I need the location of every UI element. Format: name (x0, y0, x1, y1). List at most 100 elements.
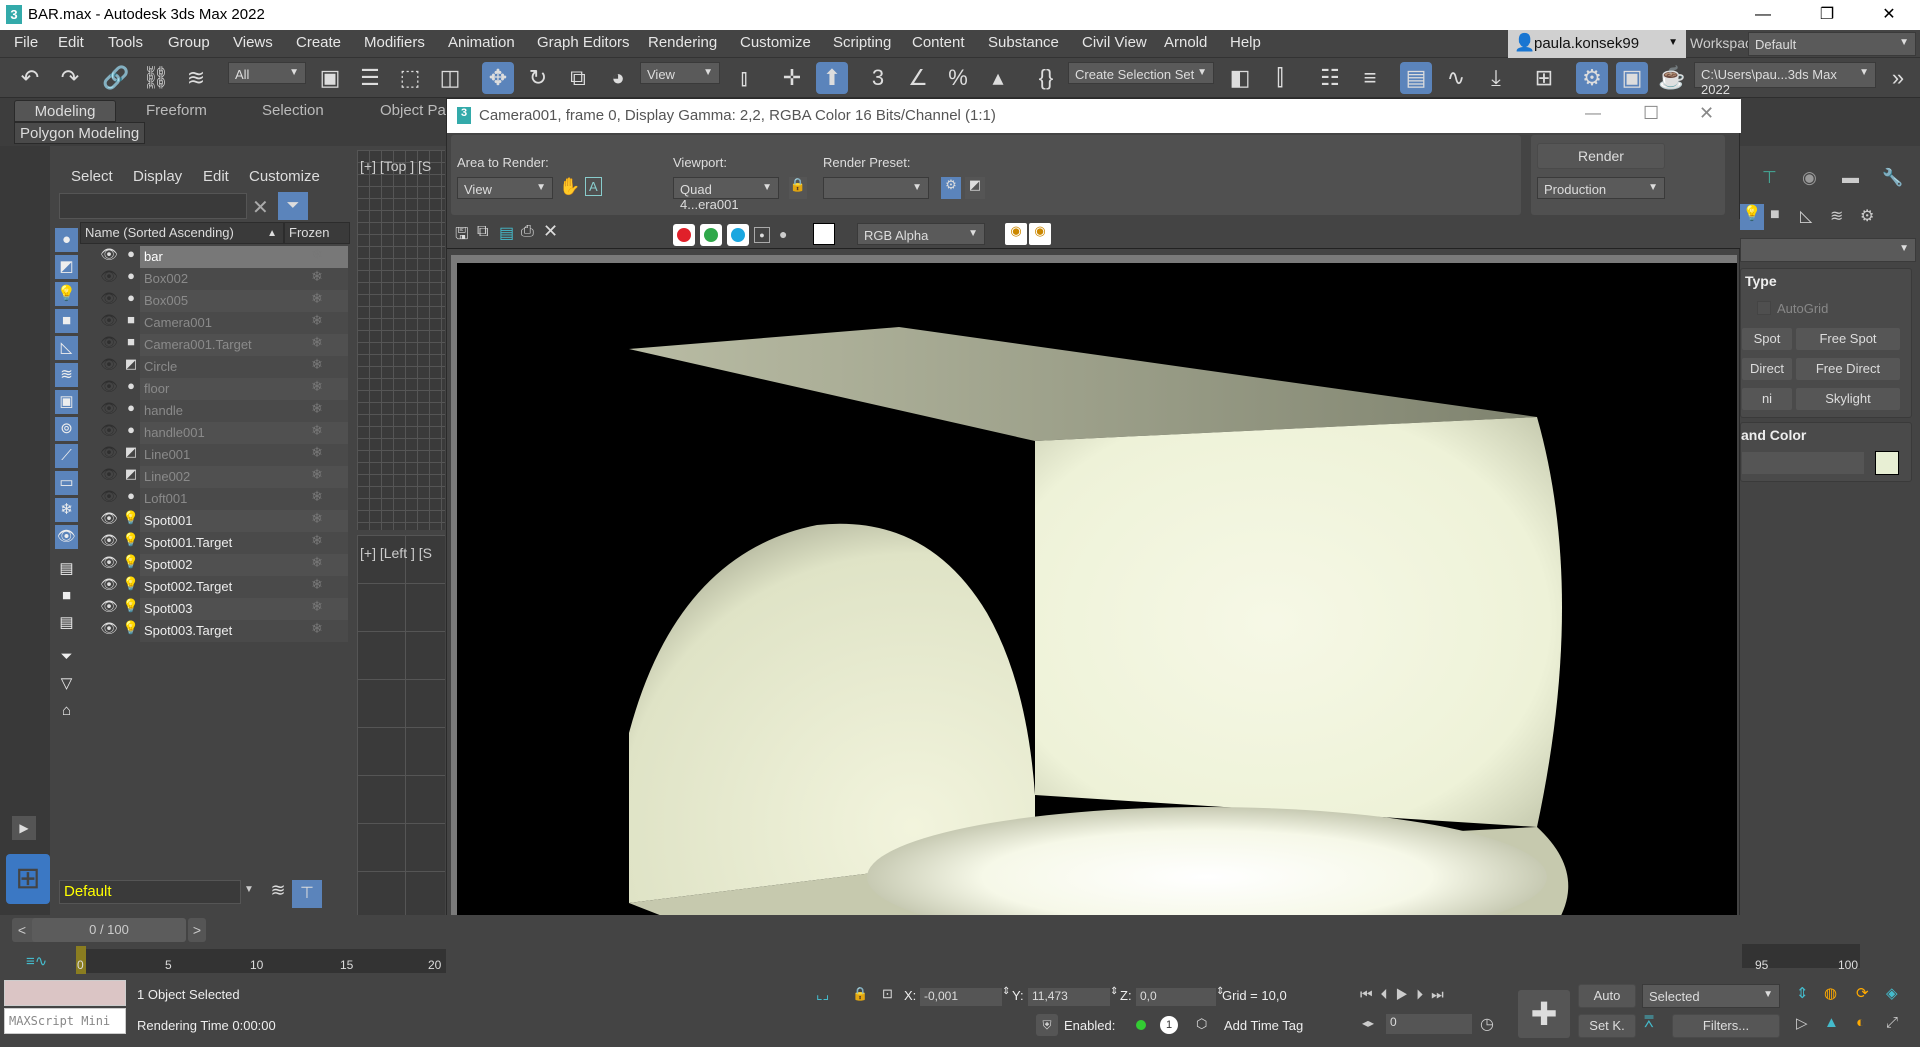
display-bones-icon[interactable]: ⟋ (55, 444, 78, 468)
time-slider-prev[interactable]: < (12, 918, 32, 942)
display-helpers-icon[interactable]: ◺ (55, 336, 78, 360)
selection-set-dropdown[interactable]: Create Selection Set ▼ (1068, 62, 1214, 84)
viewport-left-label[interactable]: [+] [Left ] [S (360, 545, 432, 561)
render-mode-dropdown[interactable]: Production ▼ (1537, 177, 1665, 199)
expand-panel-icon[interactable]: ▶ (12, 816, 36, 840)
frozen-toggle-icon[interactable]: ❄ (286, 312, 348, 334)
hidden-eye-icon[interactable]: 👁 (98, 268, 120, 290)
go-to-end-icon[interactable]: ⏭ (1431, 986, 1452, 1002)
hierarchy-tab-icon[interactable]: ⊤ (1762, 168, 1777, 188)
hidden-eye-icon[interactable]: 👁 (98, 312, 120, 334)
scene-explorer-icon[interactable]: ☷ (1314, 62, 1346, 94)
hidden-eye-icon[interactable]: 👁 (98, 444, 120, 466)
visible-eye-icon[interactable]: 👁 (98, 510, 120, 532)
menu-help[interactable]: Help (1230, 34, 1261, 51)
z-coordinate-field[interactable]: 0,0 (1136, 988, 1216, 1006)
visible-eye-icon[interactable]: 👁 (98, 532, 120, 554)
display-groups-icon[interactable]: ▣ (55, 390, 78, 414)
cameras-category-icon[interactable]: ■ (1770, 206, 1780, 224)
default-tangent-icon[interactable]: ⩞ (1644, 1014, 1654, 1032)
column-header-name[interactable]: Name (Sorted Ascending) ▲ (80, 222, 284, 244)
pan-view-icon[interactable]: ▲ (1824, 1014, 1839, 1031)
frozen-toggle-icon[interactable]: ❄ (286, 444, 348, 466)
display-hidden-icon[interactable]: 👁 (55, 525, 78, 549)
hidden-eye-icon[interactable]: 👁 (98, 400, 120, 422)
display-toggle-icon[interactable]: ◉ (1005, 223, 1027, 245)
menu-create[interactable]: Create (296, 34, 341, 51)
link-icon[interactable]: 🔗 (100, 62, 132, 94)
visible-eye-icon[interactable]: 👁 (98, 598, 120, 620)
channel-display-dropdown[interactable]: RGB Alpha ▼ (857, 223, 985, 245)
viewport-left[interactable] (357, 535, 445, 915)
selection-lock-icon[interactable]: 🔒 (852, 986, 868, 1002)
frozen-toggle-icon[interactable]: ❄ (286, 576, 348, 598)
save-image-icon[interactable]: 🖫 (455, 223, 469, 250)
menu-rendering[interactable]: Rendering (648, 34, 717, 51)
rotate-icon[interactable]: ↻ (522, 62, 554, 94)
explorer-search-input[interactable] (59, 193, 247, 219)
clear-search-icon[interactable]: ✕ (252, 195, 269, 220)
time-slider-next[interactable]: > (188, 918, 206, 942)
key-filters-button[interactable]: Filters... (1672, 1014, 1780, 1038)
maxscript-listener-output[interactable] (4, 980, 126, 1006)
visible-eye-icon[interactable]: 👁 (98, 576, 120, 598)
enabled-count-badge[interactable]: 1 (1160, 1016, 1178, 1034)
set-key-icon[interactable]: ✚ (1518, 990, 1570, 1038)
display-none-icon[interactable]: ■ (55, 584, 78, 608)
render-setup-icon[interactable]: ⚙ (941, 177, 961, 199)
y-coordinate-field[interactable]: 11,473 (1028, 988, 1110, 1006)
x-spinner-icon[interactable]: ⇕ (1002, 986, 1010, 997)
display-cameras-icon[interactable]: ■ (55, 309, 78, 333)
display-frozen-icon[interactable]: ❄ (55, 498, 78, 522)
render-setup-icon[interactable]: ⚙ (1576, 62, 1608, 94)
display-all-icon[interactable]: ▤ (55, 557, 78, 581)
project-folder-dropdown[interactable]: C:\Users\pau...3ds Max 2022 ▼ (1694, 62, 1876, 97)
hidden-eye-icon[interactable]: 👁 (98, 356, 120, 378)
rendered-frame-window-icon[interactable]: ▣ (1616, 62, 1648, 94)
reference-coord-dropdown[interactable]: View ▼ (640, 62, 720, 84)
viewport-top[interactable] (357, 150, 445, 530)
menu-substance[interactable]: Substance (988, 34, 1059, 51)
lock-icon[interactable]: 🔒 (789, 177, 807, 199)
viewport-layout-icon[interactable]: ⊞ (6, 854, 50, 904)
workspace-dropdown[interactable]: Default ▼ (1748, 32, 1916, 56)
explorer-menu-edit[interactable]: Edit (203, 168, 229, 185)
visible-eye-icon[interactable]: 👁 (98, 620, 120, 642)
spacewarps-category-icon[interactable]: ≋ (1830, 206, 1843, 226)
curve-editor-mini-icon[interactable]: ≡∿ (26, 952, 47, 970)
autogrid-checkbox[interactable] (1757, 301, 1771, 315)
menu-scripting[interactable]: Scripting (833, 34, 891, 51)
snaps-toggle-icon[interactable]: 3 (862, 62, 894, 94)
edit-region-icon[interactable]: ✋ (559, 177, 580, 197)
frozen-toggle-icon[interactable]: ❄ (286, 246, 348, 268)
frozen-toggle-icon[interactable]: ❄ (286, 356, 348, 378)
zoom-extents-all-icon[interactable]: ◍ (1824, 984, 1837, 1002)
undo-icon[interactable]: ↶ (14, 62, 46, 94)
schematic-view-icon[interactable]: ⤓ (1480, 62, 1512, 94)
go-to-start-icon[interactable]: ⏮ (1360, 986, 1381, 1002)
hidden-eye-icon[interactable]: 👁 (98, 488, 120, 510)
omni-light-button[interactable]: ni (1741, 387, 1793, 411)
orbit-point-icon[interactable]: ◐ (1856, 1014, 1865, 1031)
object-name-input[interactable] (1741, 451, 1865, 475)
frozen-toggle-icon[interactable]: ❄ (286, 466, 348, 488)
hidden-eye-icon[interactable]: 👁 (98, 466, 120, 488)
menu-tools[interactable]: Tools (108, 34, 143, 51)
time-tag-icon[interactable]: ⬡ (1196, 1016, 1207, 1032)
funnel-filter-icon[interactable]: ▽ (55, 672, 78, 696)
maximize-viewport-icon[interactable]: ⤢ (1886, 1014, 1898, 1031)
column-header-frozen[interactable]: Frozen (284, 222, 350, 244)
frozen-toggle-icon[interactable]: ❄ (286, 334, 348, 356)
frozen-toggle-icon[interactable]: ❄ (286, 268, 348, 290)
next-frame-icon[interactable]: ⏵ (1416, 986, 1431, 1002)
hidden-eye-icon[interactable]: 👁 (98, 422, 120, 444)
curve-editor-icon[interactable]: ∿ (1440, 62, 1472, 94)
menu-views[interactable]: Views (233, 34, 273, 51)
ribbon-tab-freeform[interactable]: Freeform (136, 100, 217, 122)
toggle-ui-icon[interactable]: ◉ (1029, 223, 1051, 245)
hidden-eye-icon[interactable]: 👁 (98, 378, 120, 400)
explorer-menu-display[interactable]: Display (133, 168, 182, 185)
pivot-center-icon[interactable]: ⫾ (728, 62, 760, 94)
monochrome-toggle[interactable]: ● (779, 226, 787, 242)
orbit-subobject-icon[interactable]: ◈ (1886, 984, 1898, 1002)
